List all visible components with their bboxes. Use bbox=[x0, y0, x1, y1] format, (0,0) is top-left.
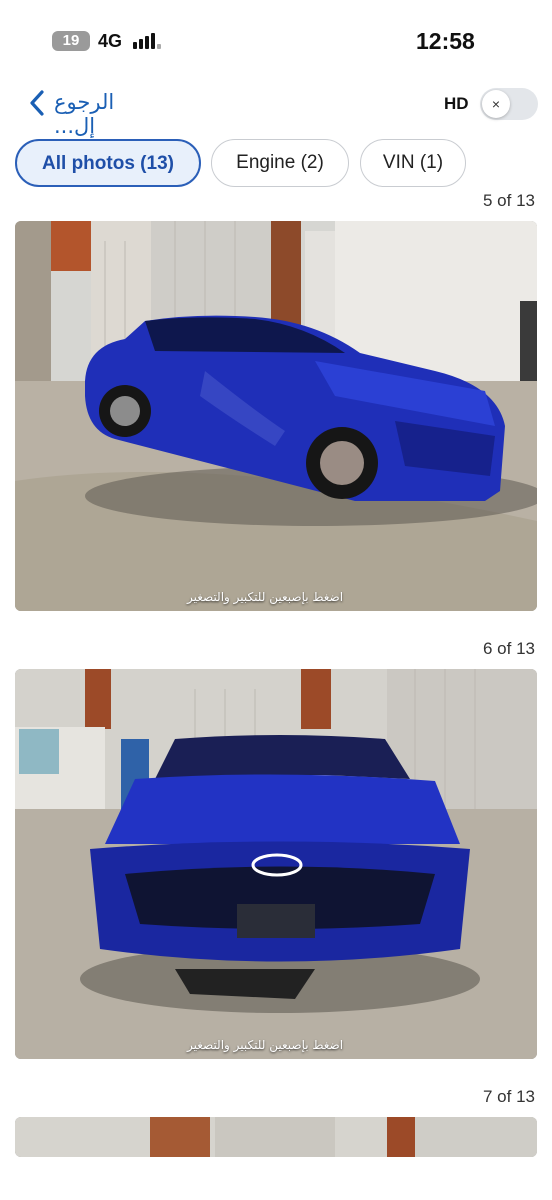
zoom-hint: اضغط بإصبعين للتكبير والتصغير bbox=[187, 590, 344, 604]
notification-badge: 19 bbox=[52, 31, 90, 51]
tab-all-photos[interactable]: All photos (13) bbox=[15, 139, 201, 187]
nav-bar: الرجوع إل... HD × bbox=[0, 80, 552, 138]
photo-counter: 5 of 13 bbox=[483, 191, 535, 210]
car-front-image bbox=[15, 669, 537, 1059]
tab-vin[interactable]: VIN (1) bbox=[360, 139, 466, 187]
zoom-hint: اضغط بإصبعين للتكبير والتصغير bbox=[187, 1038, 344, 1052]
back-label: الرجوع إل... bbox=[54, 90, 115, 138]
photo-counter: 7 of 13 bbox=[483, 1087, 535, 1106]
hd-toggle[interactable]: × bbox=[480, 88, 538, 120]
car-photo-side[interactable]: اضغط بإصبعين للتكبير والتصغير bbox=[15, 221, 537, 611]
car-photo-front[interactable]: اضغط بإصبعين للتكبير والتصغير bbox=[15, 669, 537, 1059]
photo-counter: 6 of 13 bbox=[483, 639, 535, 658]
chevron-left-icon bbox=[30, 90, 44, 116]
status-bar: 19 4G 12:58 bbox=[0, 0, 552, 80]
network-type: 4G bbox=[98, 31, 123, 51]
car-side-image bbox=[15, 221, 537, 611]
status-time: 12:58 bbox=[416, 28, 475, 54]
warehouse-image bbox=[15, 1117, 537, 1157]
tab-engine[interactable]: Engine (2) bbox=[211, 139, 349, 187]
back-button[interactable]: الرجوع إل... bbox=[20, 80, 160, 138]
signal-strength-icon bbox=[133, 33, 161, 49]
close-icon: × bbox=[482, 90, 510, 118]
car-photo-partial[interactable] bbox=[15, 1117, 537, 1157]
hd-label: HD bbox=[444, 94, 469, 113]
